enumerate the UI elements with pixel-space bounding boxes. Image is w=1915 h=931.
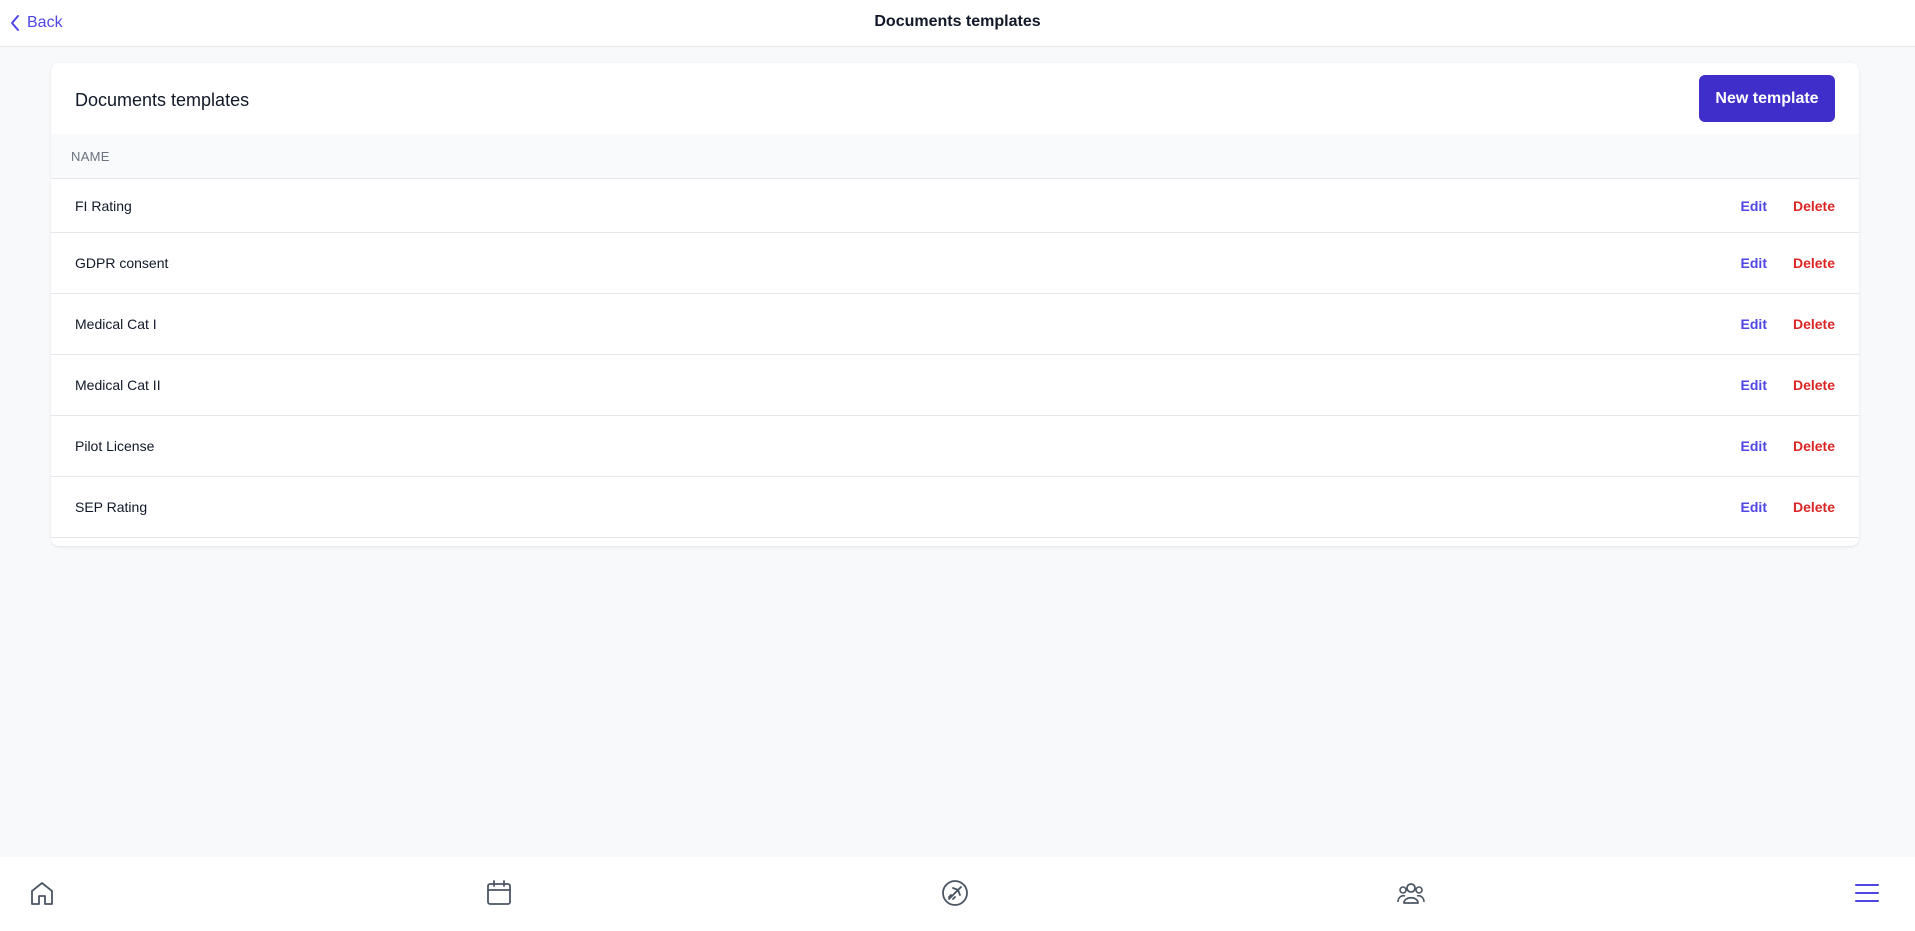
flight-icon xyxy=(942,880,968,906)
menu-icon xyxy=(1855,884,1879,902)
nav-calendar-button[interactable] xyxy=(481,875,517,911)
edit-button[interactable]: Edit xyxy=(1741,499,1767,515)
delete-button[interactable]: Delete xyxy=(1793,438,1835,454)
home-icon xyxy=(31,882,53,905)
edit-button[interactable]: Edit xyxy=(1741,377,1767,393)
template-name: SEP Rating xyxy=(75,499,148,515)
table-row: Pilot License Edit Delete xyxy=(51,416,1859,477)
table-row: Medical Cat II Edit Delete xyxy=(51,355,1859,416)
table-header: NAME xyxy=(51,134,1859,179)
calendar-icon xyxy=(487,880,511,905)
nav-menu-button[interactable] xyxy=(1849,875,1885,911)
top-bar: Back Documents templates xyxy=(0,0,1915,47)
template-name: Pilot License xyxy=(75,438,155,454)
column-header-name: NAME xyxy=(71,149,110,164)
template-name: GDPR consent xyxy=(75,255,169,271)
new-template-button[interactable]: New template xyxy=(1699,75,1835,122)
delete-button[interactable]: Delete xyxy=(1793,377,1835,393)
nav-flights-button[interactable] xyxy=(937,875,973,911)
template-name: Medical Cat I xyxy=(75,316,157,332)
edit-button[interactable]: Edit xyxy=(1741,316,1767,332)
people-icon xyxy=(1397,883,1425,904)
card-header: Documents templates New template xyxy=(51,63,1859,134)
table-row: Medical Cat I Edit Delete xyxy=(51,294,1859,355)
edit-button[interactable]: Edit xyxy=(1741,198,1767,214)
bottom-navigation xyxy=(0,857,1915,931)
delete-button[interactable]: Delete xyxy=(1793,255,1835,271)
templates-card: Documents templates New template NAME FI… xyxy=(51,63,1859,546)
nav-home-button[interactable] xyxy=(24,875,60,911)
page-title: Documents templates xyxy=(874,13,1041,30)
edit-button[interactable]: Edit xyxy=(1741,438,1767,454)
nav-people-button[interactable] xyxy=(1393,875,1429,911)
delete-button[interactable]: Delete xyxy=(1793,499,1835,515)
table-row: GDPR consent Edit Delete xyxy=(51,233,1859,294)
card-title: Documents templates xyxy=(75,90,250,110)
template-name: FI Rating xyxy=(75,198,132,214)
edit-button[interactable]: Edit xyxy=(1741,255,1767,271)
templates-table-body: FI Rating Edit Delete GDPR consent Edit … xyxy=(51,180,1859,538)
table-row: FI Rating Edit Delete xyxy=(51,180,1859,233)
template-name: Medical Cat II xyxy=(75,377,161,393)
delete-button[interactable]: Delete xyxy=(1793,198,1835,214)
delete-button[interactable]: Delete xyxy=(1793,316,1835,332)
table-row: SEP Rating Edit Delete xyxy=(51,477,1859,538)
